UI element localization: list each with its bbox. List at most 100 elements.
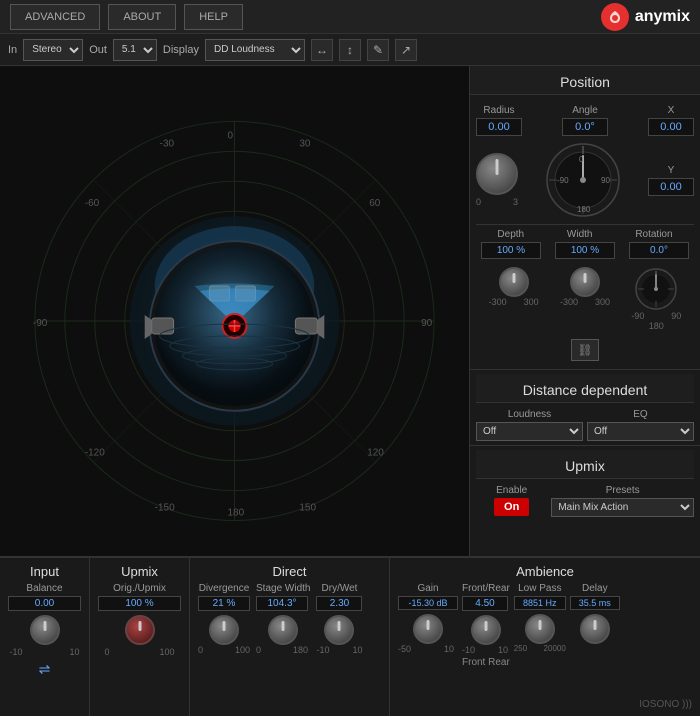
- upmix-knob[interactable]: [125, 615, 155, 645]
- dry-max: 10: [352, 645, 362, 655]
- top-bar: ADVANCED ABOUT HELP anymix: [0, 0, 700, 34]
- angle-col: Angle 0.0°: [562, 105, 608, 136]
- divergence-group: Divergence 21 % 0 100: [198, 583, 250, 655]
- display-label: Display: [163, 44, 199, 56]
- logo-text: anymix: [635, 8, 690, 26]
- delay-label: Delay: [570, 583, 620, 594]
- eq-select[interactable]: Off: [587, 422, 694, 441]
- radius-knob-container: 0 3: [476, 153, 518, 207]
- dry-min: -10: [316, 645, 329, 655]
- radius-value[interactable]: 0.00: [476, 118, 522, 136]
- y-value[interactable]: 0.00: [648, 178, 694, 196]
- loudness-select[interactable]: Off: [476, 422, 583, 441]
- svg-text:120: 120: [367, 448, 384, 459]
- depth-knob-group: -300300: [489, 267, 539, 331]
- ambience-panel: Ambience Gain -15.30 dB -50 10 Front/Rea…: [390, 558, 700, 716]
- fr-min: -10: [462, 645, 475, 655]
- depth-knob[interactable]: [499, 267, 529, 297]
- eq-col: EQ Off: [587, 409, 694, 441]
- gain-group: Gain -15.30 dB -50 10: [398, 583, 458, 668]
- radius-knob[interactable]: [476, 153, 518, 195]
- stage-min: 0: [256, 645, 261, 655]
- logo-icon: [601, 3, 629, 31]
- frontrear-value[interactable]: 4.50: [462, 596, 508, 611]
- balance-knob[interactable]: [30, 615, 60, 645]
- dry-wet-group: Dry/Wet 2.30 -10 10: [316, 583, 362, 655]
- enable-label: Enable: [496, 485, 527, 496]
- arrow-btn-3[interactable]: ✎: [367, 39, 389, 61]
- radius-max: 3: [513, 197, 518, 207]
- arrow-btn-2[interactable]: ↕: [339, 39, 361, 61]
- input-title: Input: [8, 564, 81, 579]
- direct-title: Direct: [198, 564, 381, 579]
- angle-widget[interactable]: 0 -90 90 180: [543, 140, 623, 220]
- width-value[interactable]: 100 %: [555, 242, 615, 259]
- arrow-btn-4[interactable]: ↗: [395, 39, 417, 61]
- rotation-widget[interactable]: [634, 267, 678, 311]
- x-value[interactable]: 0.00: [648, 118, 694, 136]
- upmix-header: Upmix: [476, 450, 694, 479]
- enable-toggle[interactable]: On: [494, 498, 529, 516]
- delay-value[interactable]: 35.5 ms: [570, 596, 620, 610]
- divergence-value[interactable]: 21 %: [198, 596, 250, 611]
- rotation-value[interactable]: 0.0°: [629, 242, 689, 259]
- link-button[interactable]: ⛓: [571, 339, 599, 361]
- preset-select[interactable]: Main Mix Action: [551, 498, 694, 517]
- arrow-btn-1[interactable]: ↔: [311, 39, 333, 61]
- delay-knob[interactable]: [580, 614, 610, 644]
- position-section-header: Position: [470, 66, 700, 95]
- x-label: X: [668, 105, 675, 116]
- distance-row: Loudness Off EQ Off: [476, 409, 694, 441]
- svg-text:90: 90: [601, 176, 610, 185]
- lowpass-group: Low Pass 8851 Hz 250 20000: [514, 583, 566, 668]
- x-col: X 0.00: [648, 105, 694, 136]
- svg-text:-120: -120: [85, 448, 105, 459]
- gain-knob[interactable]: [413, 614, 443, 644]
- stage-value[interactable]: 104.3°: [256, 596, 308, 611]
- rotation-pos: 90: [671, 311, 681, 321]
- dry-value[interactable]: 2.30: [316, 596, 362, 611]
- rotation-knob-group: -90 90 180: [631, 267, 681, 331]
- orig-upmix-value[interactable]: 100 %: [98, 596, 181, 611]
- logo-area: anymix: [601, 3, 690, 31]
- lowpass-value[interactable]: 8851 Hz: [514, 596, 566, 610]
- main-area: 0 -90 90 180 -60 60 -120 120 -30 30 -150…: [0, 66, 700, 556]
- divergence-label: Divergence: [198, 583, 250, 594]
- distance-section: Distance dependent Loudness Off EQ Off: [470, 369, 700, 445]
- out-select[interactable]: 5.1: [113, 39, 157, 61]
- stage-max: 180: [293, 645, 308, 655]
- out-label: Out: [89, 44, 107, 56]
- depth-value[interactable]: 100 %: [481, 242, 541, 259]
- bottom-section: Input Balance 0.00 -10 10 ⇌ Upmix Orig./…: [0, 556, 700, 716]
- width-label: Width: [567, 229, 593, 240]
- in-select[interactable]: Stereo: [23, 39, 83, 61]
- angle-value[interactable]: 0.0°: [562, 118, 608, 136]
- divergence-knob[interactable]: [209, 615, 239, 645]
- gain-value[interactable]: -15.30 dB: [398, 596, 458, 610]
- lowpass-knob[interactable]: [525, 614, 555, 644]
- enable-col: Enable On: [476, 485, 547, 517]
- balance-value[interactable]: 0.00: [8, 596, 81, 611]
- fr-max: 10: [498, 645, 508, 655]
- help-button[interactable]: HELP: [184, 4, 243, 30]
- stage-knob[interactable]: [268, 615, 298, 645]
- advanced-button[interactable]: ADVANCED: [10, 4, 100, 30]
- gain-label: Gain: [398, 583, 458, 594]
- frontrear-knob[interactable]: [471, 615, 501, 645]
- io-bar: In Stereo Out 5.1 Display DD Loudness ↔ …: [0, 34, 700, 66]
- front-rear-text: Front Rear: [462, 657, 510, 668]
- display-select[interactable]: DD Loudness: [205, 39, 305, 61]
- balance-max: 10: [69, 647, 79, 657]
- dry-wet-knob[interactable]: [324, 615, 354, 645]
- y-col: Y 0.00: [648, 165, 694, 196]
- visualizer[interactable]: 0 -90 90 180 -60 60 -120 120 -30 30 -150…: [0, 66, 470, 556]
- about-button[interactable]: ABOUT: [108, 4, 176, 30]
- radius-min: 0: [476, 197, 481, 207]
- width-knob[interactable]: [570, 267, 600, 297]
- dwr-knobs-row: -300300 -300300: [476, 263, 694, 335]
- svg-text:150: 150: [299, 503, 316, 514]
- gain-min: -50: [398, 644, 411, 654]
- svg-text:-90: -90: [33, 318, 48, 329]
- ambience-title: Ambience: [398, 564, 692, 579]
- width-max: 300: [595, 297, 610, 307]
